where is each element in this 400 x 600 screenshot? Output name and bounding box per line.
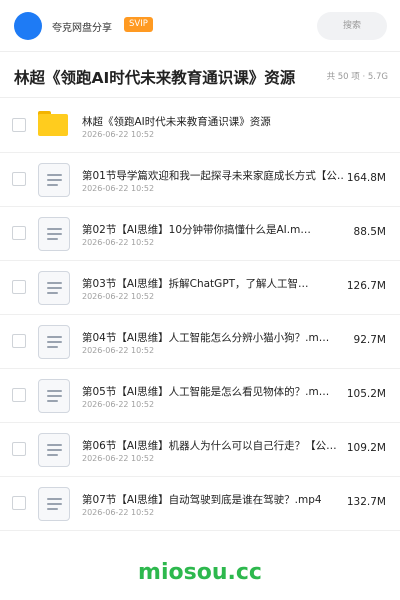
file-size: 92.7M <box>349 334 386 346</box>
file-size: 105.2M <box>342 388 386 400</box>
file-size: 109.2M <box>342 442 386 454</box>
select-checkbox[interactable] <box>12 388 26 402</box>
app-header: 夸克网盘分享 SVIP 搜索 <box>0 0 400 52</box>
file-name[interactable]: 第05节【AI思维】人工智能是怎么看见物体的？.m… <box>82 384 352 399</box>
file-row[interactable]: 林超《领跑AI时代未来教育通识课》资源 2026-06-22 10:52 <box>0 99 400 153</box>
file-name[interactable]: 第06节【AI思维】机器人为什么可以自己行走？【公… <box>82 438 352 453</box>
file-date: 2026-06-22 10:52 <box>82 508 155 517</box>
avatar[interactable] <box>14 12 42 40</box>
document-icon <box>38 379 70 413</box>
select-checkbox[interactable] <box>12 334 26 348</box>
file-name[interactable]: 第03节【AI思维】拆解ChatGPT，了解人工智… <box>82 276 352 291</box>
file-size: 88.5M <box>349 226 386 238</box>
file-row[interactable]: 第04节【AI思维】人工智能怎么分辨小猫小狗？.m… 2026-06-22 10:… <box>0 315 400 369</box>
file-row[interactable]: 第03节【AI思维】拆解ChatGPT，了解人工智… 2026-06-22 10:… <box>0 261 400 315</box>
file-name[interactable]: 林超《领跑AI时代未来教育通识课》资源 <box>82 114 352 129</box>
file-date: 2026-06-22 10:52 <box>82 292 155 301</box>
folder-title-bar: 林超《领跑AI时代未来教育通识课》资源 共 50 项 · 5.7G <box>0 52 400 98</box>
file-list: 林超《领跑AI时代未来教育通识课》资源 2026-06-22 10:52 第01节导… <box>0 99 400 531</box>
folder-icon <box>38 109 70 143</box>
file-date: 2026-06-22 10:52 <box>82 346 155 355</box>
select-checkbox[interactable] <box>12 442 26 456</box>
folder-meta: 共 50 项 · 5.7G <box>326 72 388 82</box>
file-size: 164.8M <box>342 172 386 184</box>
page-title: 林超《领跑AI时代未来教育通识课》资源 <box>14 69 296 87</box>
select-checkbox[interactable] <box>12 280 26 294</box>
svip-badge: SVIP <box>124 17 153 32</box>
document-icon <box>38 487 70 521</box>
file-row[interactable]: 第06节【AI思维】机器人为什么可以自己行走？【公… 2026-06-22 10:… <box>0 423 400 477</box>
select-checkbox[interactable] <box>12 496 26 510</box>
file-row[interactable]: 第02节【AI思维】10分钟带你搞懂什么是AI.m… 2026-06-22 10:… <box>0 207 400 261</box>
file-row[interactable]: 第05节【AI思维】人工智能是怎么看见物体的？.m… 2026-06-22 10:… <box>0 369 400 423</box>
file-name[interactable]: 第01节导学篇欢迎和我一起探寻未来家庭成长方式【公… <box>82 168 352 183</box>
file-name[interactable]: 第02节【AI思维】10分钟带你搞懂什么是AI.m… <box>82 222 352 237</box>
file-date: 2026-06-22 10:52 <box>82 454 155 463</box>
document-icon <box>38 217 70 251</box>
file-row[interactable]: 第07节【AI思维】自动驾驶到底是谁在驾驶？.mp4 2026-06-22 10:… <box>0 477 400 531</box>
file-name[interactable]: 第07节【AI思维】自动驾驶到底是谁在驾驶？.mp4 <box>82 492 352 507</box>
sharer-name: 夸克网盘分享 <box>52 23 112 34</box>
file-name[interactable]: 第04节【AI思维】人工智能怎么分辨小猫小狗？.m… <box>82 330 352 345</box>
select-checkbox[interactable] <box>12 172 26 186</box>
document-icon <box>38 271 70 305</box>
file-date: 2026-06-22 10:52 <box>82 184 155 193</box>
search-input[interactable]: 搜索 <box>317 12 387 40</box>
watermark: miosou.cc <box>138 560 262 585</box>
file-date: 2026-06-22 10:52 <box>82 400 155 409</box>
file-date: 2026-06-22 10:52 <box>82 130 155 139</box>
file-date: 2026-06-22 10:52 <box>82 238 155 247</box>
document-icon <box>38 163 70 197</box>
select-checkbox[interactable] <box>12 226 26 240</box>
file-row[interactable]: 第01节导学篇欢迎和我一起探寻未来家庭成长方式【公… 2026-06-22 10:… <box>0 153 400 207</box>
select-checkbox[interactable] <box>12 118 26 132</box>
file-size: 126.7M <box>342 280 386 292</box>
file-size: 132.7M <box>342 496 386 508</box>
document-icon <box>38 433 70 467</box>
document-icon <box>38 325 70 359</box>
